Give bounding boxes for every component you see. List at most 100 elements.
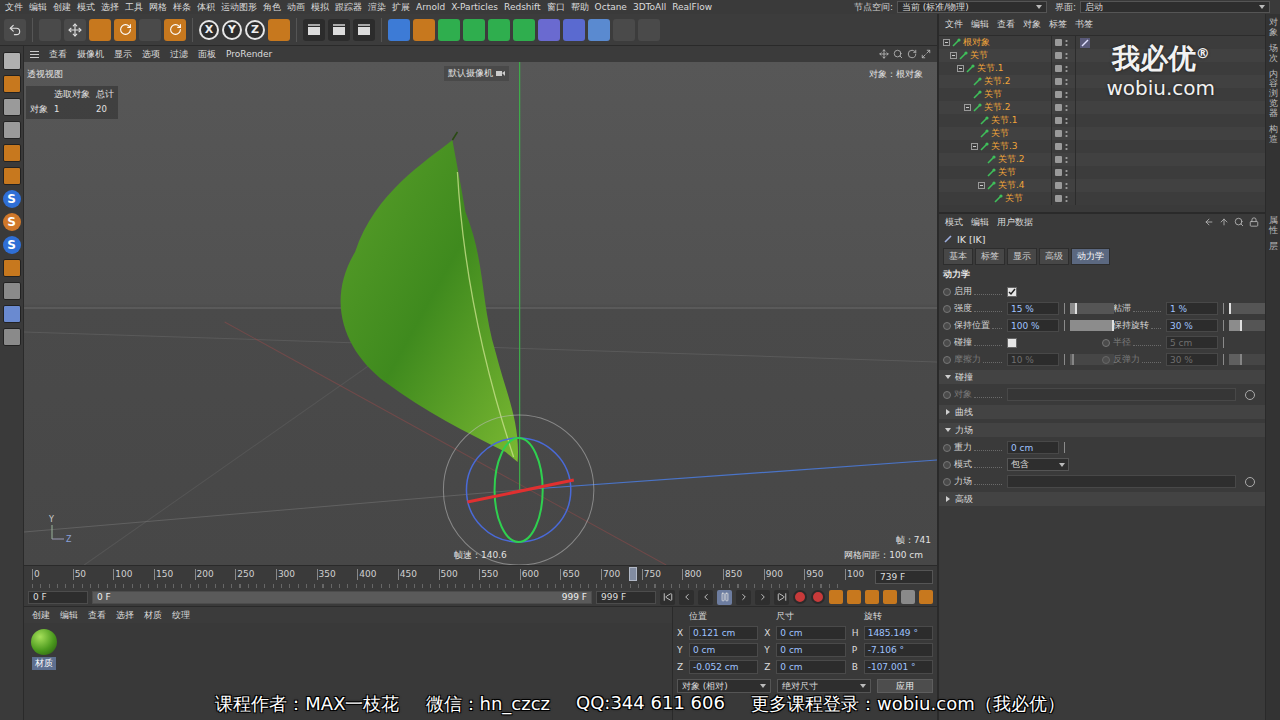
animate-dot[interactable] bbox=[943, 305, 951, 313]
visibility-dots[interactable] bbox=[1065, 143, 1068, 151]
mode-icon[interactable] bbox=[3, 282, 21, 300]
rotation-field[interactable]: 1485.149 ° bbox=[864, 626, 933, 640]
side-tab[interactable]: 内容浏览器 bbox=[1269, 70, 1278, 119]
position-field[interactable]: 0.121 cm bbox=[689, 626, 758, 640]
attribute-tab[interactable]: 高级 bbox=[1039, 248, 1069, 265]
recent-icon[interactable] bbox=[164, 19, 186, 41]
animate-dot[interactable] bbox=[943, 391, 951, 399]
object-menu-item[interactable]: 文件 bbox=[945, 18, 963, 31]
axis-button[interactable]: X bbox=[199, 20, 219, 40]
object-row[interactable]: 关节.4 bbox=[939, 179, 1265, 192]
expand-toggle[interactable] bbox=[950, 52, 957, 59]
start-frame-field[interactable]: 0 F bbox=[28, 591, 88, 604]
menu-item[interactable]: 窗口 bbox=[544, 0, 568, 14]
attribute-tab[interactable]: 显示 bbox=[1007, 248, 1037, 265]
key-rotation-button[interactable] bbox=[865, 590, 879, 604]
enable-check[interactable] bbox=[1055, 130, 1062, 137]
enable-check[interactable] bbox=[1055, 156, 1062, 163]
menu-item[interactable]: Octane bbox=[592, 0, 630, 14]
group-header[interactable]: 高级 bbox=[939, 492, 1265, 506]
object-row[interactable]: 关节 bbox=[939, 49, 1265, 62]
spinner[interactable] bbox=[1062, 320, 1067, 331]
pen-icon[interactable] bbox=[413, 19, 435, 41]
lock-icon[interactable] bbox=[1249, 217, 1259, 227]
menu-item[interactable]: 角色 bbox=[260, 0, 284, 14]
spinner[interactable] bbox=[1062, 354, 1067, 365]
ik-tag-icon[interactable] bbox=[1080, 38, 1090, 48]
side-tab[interactable]: 对象 bbox=[1269, 18, 1278, 38]
auto-key-button[interactable] bbox=[811, 590, 825, 604]
attribute-tab[interactable]: 动力学 bbox=[1071, 248, 1110, 265]
layout-select[interactable]: 启动 bbox=[1080, 1, 1270, 13]
value-input[interactable]: 10 % bbox=[1007, 353, 1059, 366]
spinner[interactable] bbox=[1221, 320, 1226, 331]
menu-item[interactable]: 选择 bbox=[98, 0, 122, 14]
material-item[interactable]: 材质 bbox=[28, 629, 60, 670]
attribute-menu-item[interactable]: 用户数据 bbox=[997, 216, 1033, 229]
node-space-select[interactable]: 当前 (标准/物理) bbox=[897, 1, 1047, 13]
material-menu-item[interactable]: 选择 bbox=[116, 609, 134, 622]
go-end-button[interactable] bbox=[774, 590, 789, 605]
object-menu-item[interactable]: 标签 bbox=[1049, 18, 1067, 31]
mode-icon[interactable] bbox=[3, 167, 21, 185]
apply-button[interactable]: 应用 bbox=[877, 679, 933, 693]
snap-button[interactable]: S bbox=[3, 236, 21, 254]
value-input[interactable]: 0 cm bbox=[1007, 441, 1059, 454]
value-input[interactable]: 1 % bbox=[1166, 302, 1218, 315]
deformer-icon[interactable] bbox=[488, 19, 510, 41]
scale-icon[interactable] bbox=[89, 19, 111, 41]
visibility-dots[interactable] bbox=[1065, 104, 1068, 112]
group-header[interactable]: 力场 bbox=[939, 423, 1265, 437]
enable-check[interactable] bbox=[1055, 52, 1062, 59]
menu-item[interactable]: 渲染 bbox=[365, 0, 389, 14]
enable-check[interactable] bbox=[1055, 65, 1062, 72]
animate-dot[interactable] bbox=[943, 356, 951, 364]
menu-item[interactable]: 样条 bbox=[170, 0, 194, 14]
enable-check[interactable] bbox=[1055, 182, 1062, 189]
object-row[interactable]: 关节 bbox=[939, 192, 1265, 205]
animate-dot[interactable] bbox=[943, 478, 951, 486]
search-icon[interactable] bbox=[1234, 217, 1244, 227]
menu-item[interactable]: RealFlow bbox=[669, 0, 715, 14]
size-mode-select[interactable]: 绝对尺寸 bbox=[777, 679, 871, 693]
snap-button[interactable]: S bbox=[3, 190, 21, 208]
menu-item[interactable]: 编辑 bbox=[26, 0, 50, 14]
enable-check[interactable] bbox=[1055, 195, 1062, 202]
size-field[interactable]: 0 cm bbox=[776, 643, 845, 657]
menu-item[interactable]: 帮助 bbox=[568, 0, 592, 14]
up-icon[interactable] bbox=[1219, 217, 1229, 227]
animate-dot[interactable] bbox=[943, 444, 951, 452]
checkbox[interactable] bbox=[1007, 338, 1017, 348]
value-input[interactable]: 30 % bbox=[1166, 319, 1218, 332]
object-row[interactable]: 关节.2 bbox=[939, 101, 1265, 114]
position-field[interactable]: 0 cm bbox=[689, 643, 758, 657]
next-frame-button[interactable] bbox=[736, 590, 751, 605]
menu-item[interactable]: 扩展 bbox=[389, 0, 413, 14]
enable-check[interactable] bbox=[1055, 78, 1062, 85]
attribute-tab[interactable]: 基本 bbox=[943, 248, 973, 265]
spinner[interactable] bbox=[1062, 303, 1067, 314]
expand-toggle[interactable] bbox=[964, 91, 971, 98]
cloner-icon[interactable] bbox=[463, 19, 485, 41]
spinner[interactable] bbox=[1221, 337, 1226, 348]
timeline-settings-button[interactable] bbox=[919, 590, 933, 604]
menu-item[interactable]: 文件 bbox=[2, 0, 26, 14]
field-icon[interactable] bbox=[513, 19, 535, 41]
viewport-menu-item[interactable]: 摄像机 bbox=[77, 48, 104, 61]
object-row[interactable]: 关节 bbox=[939, 127, 1265, 140]
animate-dot[interactable] bbox=[943, 461, 951, 469]
visibility-dots[interactable] bbox=[1065, 117, 1068, 125]
expand-toggle[interactable] bbox=[964, 104, 971, 111]
side-tab[interactable]: 场次 bbox=[1269, 44, 1278, 64]
axis-button[interactable]: Z bbox=[245, 20, 265, 40]
size-field[interactable]: 0 cm bbox=[776, 660, 845, 674]
group-header[interactable]: 碰撞 bbox=[939, 370, 1265, 384]
side-tab[interactable]: 构造 bbox=[1269, 125, 1278, 145]
object-menu-item[interactable]: 查看 bbox=[997, 18, 1015, 31]
enable-check[interactable] bbox=[1055, 143, 1062, 150]
object-row[interactable]: 关节.2 bbox=[939, 153, 1265, 166]
slider-track[interactable] bbox=[1070, 303, 1114, 314]
animate-dot[interactable] bbox=[1102, 339, 1110, 347]
material-menu-item[interactable]: 编辑 bbox=[60, 609, 78, 622]
camera-icon[interactable] bbox=[563, 19, 585, 41]
